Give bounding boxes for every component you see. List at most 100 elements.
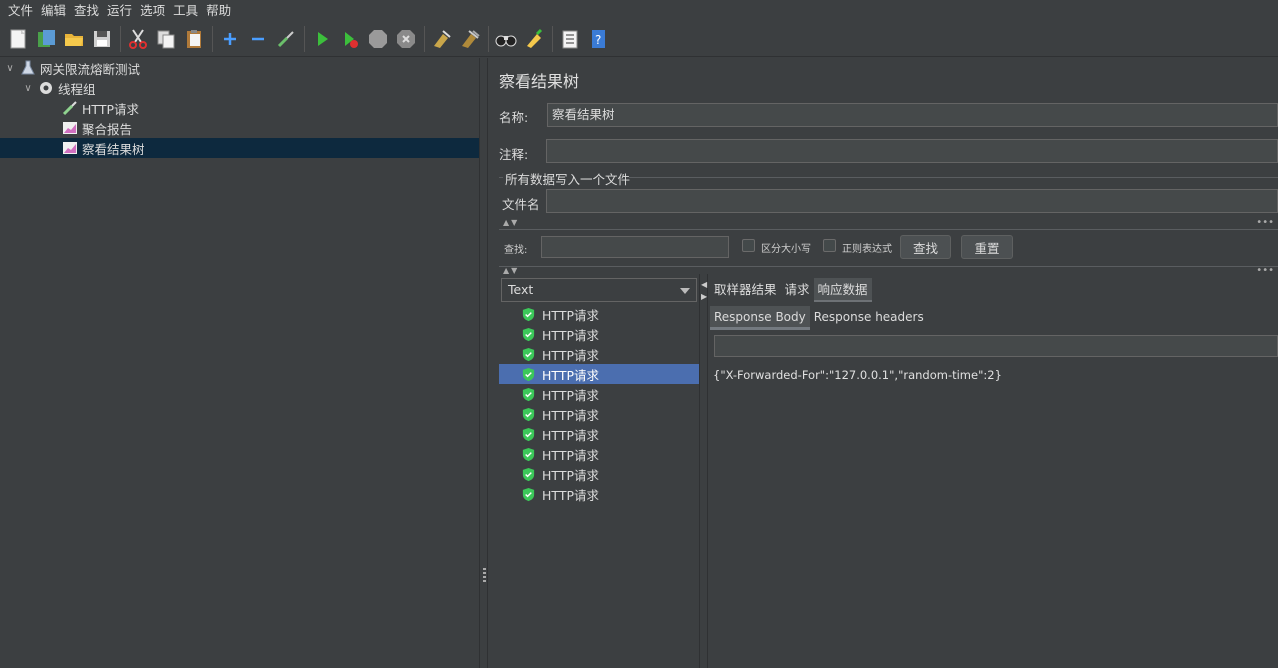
case-sensitive-label: 区分大小写 — [761, 244, 811, 255]
result-item[interactable]: HTTP请求 — [499, 464, 699, 484]
comment-field[interactable] — [546, 139, 1278, 163]
result-item[interactable]: HTTP请求 — [499, 344, 699, 364]
result-item[interactable]: HTTP请求 — [499, 444, 699, 464]
new-icon[interactable] — [6, 27, 30, 51]
result-item-selected[interactable]: HTTP请求 — [499, 364, 699, 384]
save-icon[interactable] — [90, 27, 114, 51]
menu-file[interactable]: 文件 — [4, 0, 37, 22]
collapse-left-icon[interactable]: ◀ — [701, 280, 707, 289]
search-input[interactable] — [541, 236, 729, 258]
success-shield-icon — [522, 487, 535, 501]
cut-icon[interactable] — [126, 27, 150, 51]
chevron-down-icon[interactable]: ∨ — [22, 83, 34, 94]
reset-button[interactable]: 重置 — [961, 235, 1013, 259]
results-splitter[interactable]: ◀ ▶ — [699, 274, 708, 668]
result-item[interactable]: HTTP请求 — [499, 404, 699, 424]
paste-icon[interactable] — [182, 27, 206, 51]
divider — [499, 266, 1278, 267]
response-body-text[interactable]: {"X-Forwarded-For":"127.0.0.1","random-t… — [713, 368, 1002, 382]
reset-search-icon[interactable] — [522, 27, 546, 51]
more-dots-icon[interactable]: ••• — [1256, 217, 1274, 228]
case-sensitive-checkbox[interactable] — [742, 239, 755, 252]
remove-icon[interactable] — [246, 27, 270, 51]
tree-item-view-results-tree[interactable]: 察看结果树 — [0, 138, 479, 158]
result-item[interactable]: HTTP请求 — [499, 424, 699, 444]
success-shield-icon — [522, 447, 535, 461]
menu-help[interactable]: 帮助 — [202, 0, 235, 22]
result-item[interactable]: HTTP请求 — [499, 304, 699, 324]
collapse-arrows-icon[interactable]: ▲▼ — [503, 218, 519, 227]
result-item[interactable]: HTTP请求 — [499, 484, 699, 504]
toolbar-separator — [212, 26, 213, 52]
main-splitter[interactable] — [479, 58, 488, 668]
response-subtabs: Response Body Response headers — [710, 306, 928, 330]
tree-item-thread-group[interactable]: ∨ 线程组 — [22, 78, 95, 98]
help-icon[interactable]: ? — [586, 27, 610, 51]
tab-response-body[interactable]: Response Body — [710, 306, 810, 330]
collapse-right-icon[interactable]: ▶ — [701, 292, 707, 301]
tab-sampler-result[interactable]: 取样器结果 — [710, 278, 781, 302]
start-icon[interactable] — [310, 27, 334, 51]
result-label: HTTP请求 — [542, 487, 599, 503]
collapse-bar[interactable]: ▲▼ ••• — [499, 265, 1278, 276]
search-label: 查找: — [504, 245, 528, 256]
toggle-icon[interactable] — [274, 27, 298, 51]
chevron-down-icon[interactable]: ∨ — [4, 63, 16, 74]
regex-checkbox[interactable] — [823, 239, 836, 252]
toolbar-separator — [424, 26, 425, 52]
menu-run[interactable]: 运行 — [103, 0, 136, 22]
group-border — [499, 177, 503, 178]
collapse-arrows-icon[interactable]: ▲▼ — [503, 266, 519, 275]
toolbar-separator — [304, 26, 305, 52]
splitter-grip[interactable] — [483, 568, 486, 582]
tab-response-data[interactable]: 响应数据 — [813, 278, 872, 302]
result-item[interactable]: HTTP请求 — [499, 324, 699, 344]
menu-tools[interactable]: 工具 — [169, 0, 202, 22]
copy-icon[interactable] — [154, 27, 178, 51]
collapse-bar[interactable]: ▲▼ ••• — [499, 217, 1278, 228]
tree-item-http-request[interactable]: HTTP请求 — [62, 98, 139, 118]
shutdown-icon[interactable] — [394, 27, 418, 51]
find-button[interactable]: 查找 — [900, 235, 951, 259]
start-no-pause-icon[interactable] — [338, 27, 362, 51]
stop-icon[interactable] — [366, 27, 390, 51]
more-dots-icon[interactable]: ••• — [1256, 265, 1274, 276]
tab-response-headers[interactable]: Response headers — [810, 306, 928, 330]
write-to-file-group-label: 所有数据写入一个文件 — [505, 172, 631, 187]
templates-icon[interactable] — [34, 27, 58, 51]
result-tabs: 取样器结果 请求 响应数据 — [710, 278, 872, 302]
menu-edit[interactable]: 编辑 — [37, 0, 70, 22]
menu-bar: 文件 编辑 查找 运行 选项 工具 帮助 — [0, 0, 1278, 22]
chart-icon — [62, 140, 78, 156]
tree-label-http-request: HTTP请求 — [82, 101, 139, 117]
tree-item-aggregate-report[interactable]: 聚合报告 — [62, 118, 132, 138]
tab-request[interactable]: 请求 — [781, 278, 814, 302]
menu-options[interactable]: 选项 — [136, 0, 169, 22]
filename-field[interactable] — [546, 189, 1278, 213]
clear-icon[interactable] — [430, 27, 454, 51]
gear-icon — [38, 80, 54, 96]
result-label: HTTP请求 — [542, 407, 599, 423]
tree-item-test-plan[interactable]: ∨ 网关限流熔断测试 — [4, 58, 140, 78]
results-list: HTTP请求 HTTP请求 HTTP请求 HTTP请求 HTTP请求 HTTP请… — [499, 304, 699, 668]
open-icon[interactable] — [62, 27, 86, 51]
success-shield-icon — [522, 427, 535, 441]
success-shield-icon — [522, 327, 535, 341]
function-helper-icon[interactable] — [558, 27, 582, 51]
success-shield-icon — [522, 307, 535, 321]
chevron-down-icon[interactable] — [680, 288, 690, 294]
filename-label: 文件名 — [502, 197, 540, 212]
success-shield-icon — [522, 407, 535, 421]
name-field[interactable]: 察看结果树 — [547, 103, 1278, 127]
renderer-select[interactable]: Text — [501, 278, 697, 302]
test-plan-tree: ∨ 网关限流熔断测试 ∨ 线程组 HTTP请求 聚合报告 察看结果树 — [0, 58, 479, 668]
page-title: 察看结果树 — [499, 72, 580, 91]
success-shield-icon — [522, 367, 535, 381]
add-icon[interactable] — [218, 27, 242, 51]
search-binoculars-icon[interactable] — [494, 27, 518, 51]
response-search-input[interactable] — [714, 335, 1278, 357]
success-shield-icon — [522, 387, 535, 401]
clear-all-icon[interactable] — [458, 27, 482, 51]
result-item[interactable]: HTTP请求 — [499, 384, 699, 404]
menu-search[interactable]: 查找 — [70, 0, 103, 22]
